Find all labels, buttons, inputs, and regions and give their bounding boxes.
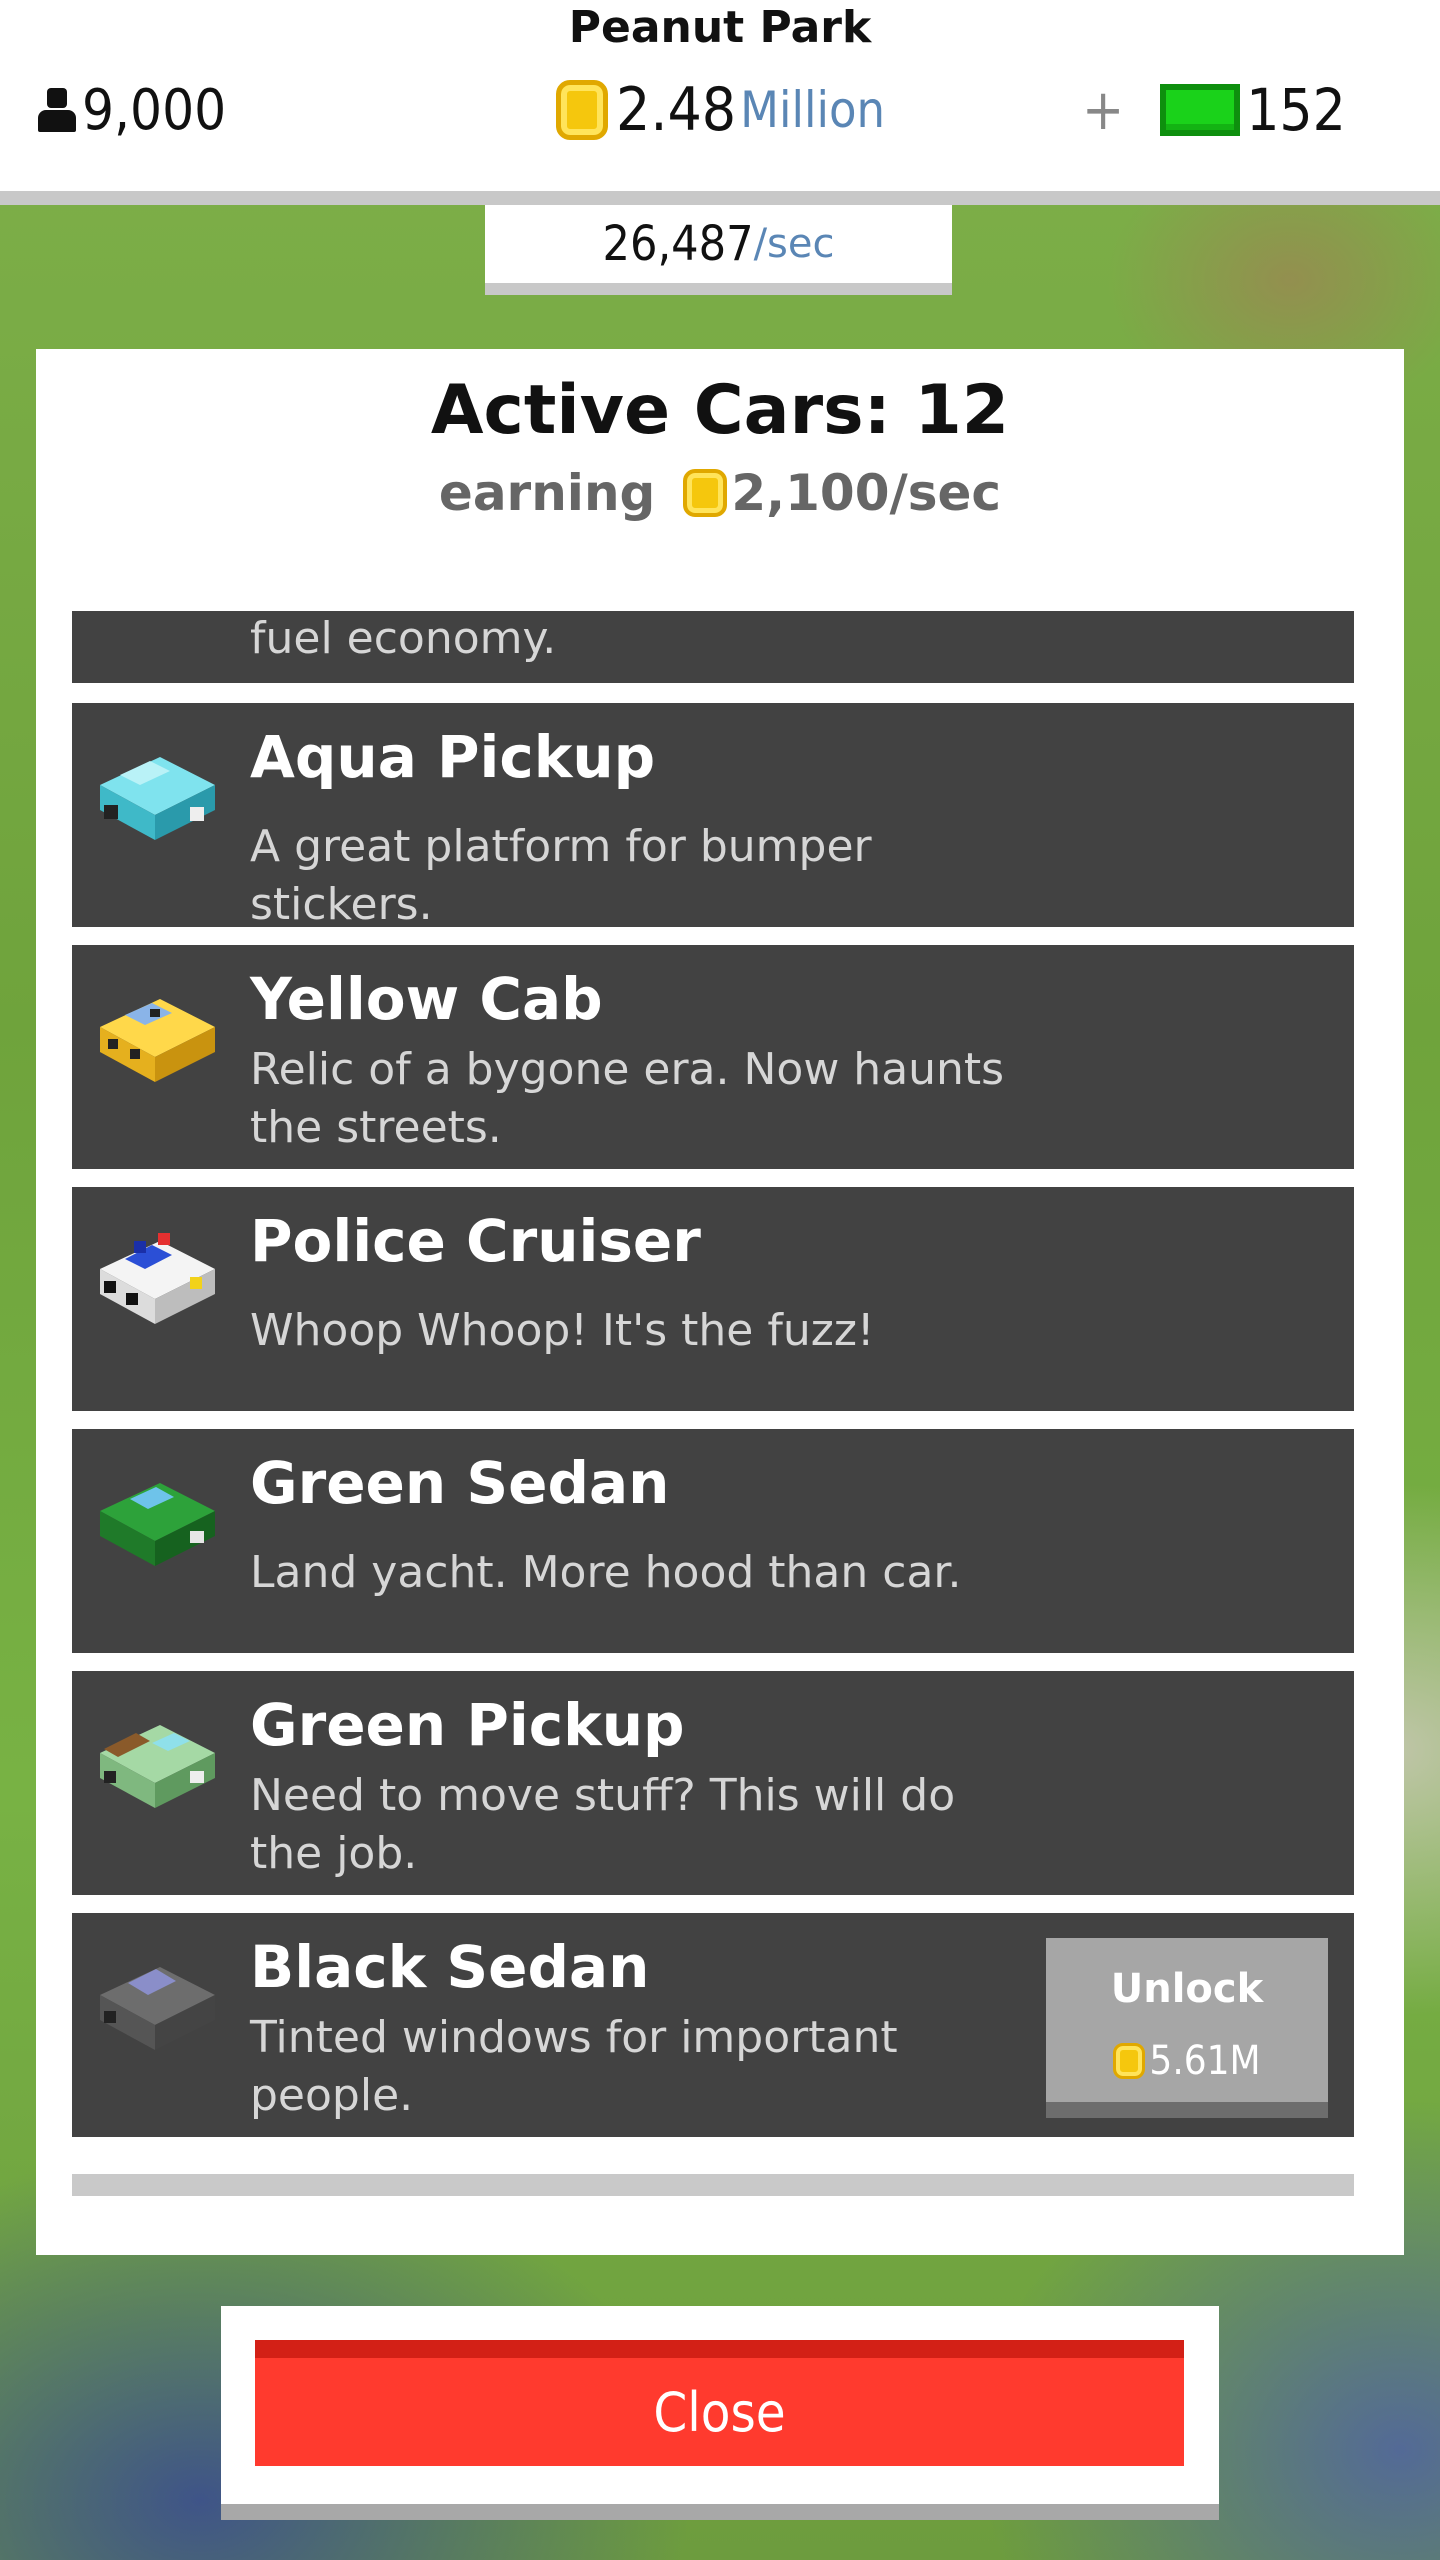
gem-icon — [1160, 84, 1241, 136]
close-button[interactable]: Close — [255, 2340, 1184, 2466]
car-description: Tinted windows for important people. — [250, 2012, 898, 2121]
car-name: Police Cruiser — [250, 1207, 701, 1275]
active-cars-panel: Active Cars: 12 earning 2,100/sec fuel e… — [36, 349, 1404, 2255]
list-item-partial[interactable] — [72, 2174, 1354, 2196]
car-row-green-sedan[interactable]: Green Sedan Land yacht. More hood than c… — [72, 1429, 1354, 1653]
earning-line: earning 2,100/sec — [36, 464, 1404, 522]
unlock-button[interactable]: Unlock 5.61M — [1046, 1938, 1328, 2118]
car-description: fuel economy. — [250, 613, 557, 664]
unlock-price-value: 5.61M — [1149, 2038, 1261, 2084]
coin-icon — [556, 80, 608, 140]
black-sedan-icon — [100, 1967, 215, 2050]
income-rate-unit: /sec — [753, 221, 835, 267]
unlock-label: Unlock — [1110, 1966, 1264, 2012]
earning-label: earning — [438, 464, 656, 522]
money-counter: 2.48 Million — [556, 70, 885, 150]
population-value: 9,000 — [82, 77, 227, 143]
money-value: 2.48 — [616, 75, 737, 145]
unlock-price: 5.61M — [1046, 2038, 1328, 2084]
coin-icon — [683, 469, 728, 517]
car-list[interactable]: fuel economy. Aqua Pickup A great platfo… — [72, 611, 1354, 2196]
plus-icon[interactable]: + — [1082, 78, 1124, 143]
income-rate-value: 26,487 — [602, 216, 754, 272]
panel-title: Active Cars: 12 — [430, 371, 1010, 450]
car-name: Aqua Pickup — [250, 723, 656, 791]
coin-icon — [1113, 2043, 1146, 2079]
car-row-aqua-pickup[interactable]: Aqua Pickup A great platform for bumper … — [72, 703, 1354, 930]
car-name: Green Pickup — [250, 1691, 685, 1759]
top-bar: Peanut Park 9,000 2.48 Million + 152 — [0, 0, 1440, 205]
car-name: Black Sedan — [250, 1933, 650, 2001]
park-name: Peanut Park — [568, 2, 872, 53]
car-name: Green Sedan — [250, 1449, 670, 1517]
gem-counter[interactable]: + 152 — [1082, 70, 1346, 150]
car-description: Whoop Whoop! It's the fuzz! — [250, 1305, 875, 1356]
car-row-police-cruiser[interactable]: Police Cruiser Whoop Whoop! It's the fuz… — [72, 1187, 1354, 1411]
car-description: Land yacht. More hood than car. — [250, 1547, 962, 1598]
close-label: Close — [653, 2380, 786, 2444]
police-cruiser-icon — [100, 1233, 215, 1324]
population-counter: 9,000 — [36, 70, 226, 150]
person-icon — [36, 86, 78, 134]
car-description: Relic of a bygone era. Now haunts the st… — [250, 1044, 1005, 1153]
aqua-pickup-icon — [100, 757, 215, 840]
car-description: Need to move stuff? This will do the job… — [250, 1770, 956, 1879]
close-button-frame: Close — [221, 2306, 1219, 2520]
earning-value: 2,100/sec — [731, 464, 1002, 522]
car-description: A great platform for bumper stickers. — [250, 821, 872, 930]
car-row-green-pickup[interactable]: Green Pickup Need to move stuff? This wi… — [72, 1671, 1354, 1895]
income-rate-tab: 26,487/sec — [485, 205, 952, 295]
yellow-cab-icon — [100, 999, 215, 1082]
money-unit: Million — [740, 81, 886, 139]
car-row-black-sedan[interactable]: Black Sedan Tinted windows for important… — [72, 1913, 1354, 2137]
list-item-partial[interactable]: fuel economy. — [72, 611, 1354, 683]
green-sedan-icon — [100, 1483, 215, 1566]
gem-value: 152 — [1246, 76, 1346, 144]
green-pickup-icon — [100, 1725, 215, 1808]
car-row-yellow-cab[interactable]: Yellow Cab Relic of a bygone era. Now ha… — [72, 945, 1354, 1169]
car-name: Yellow Cab — [250, 965, 603, 1033]
